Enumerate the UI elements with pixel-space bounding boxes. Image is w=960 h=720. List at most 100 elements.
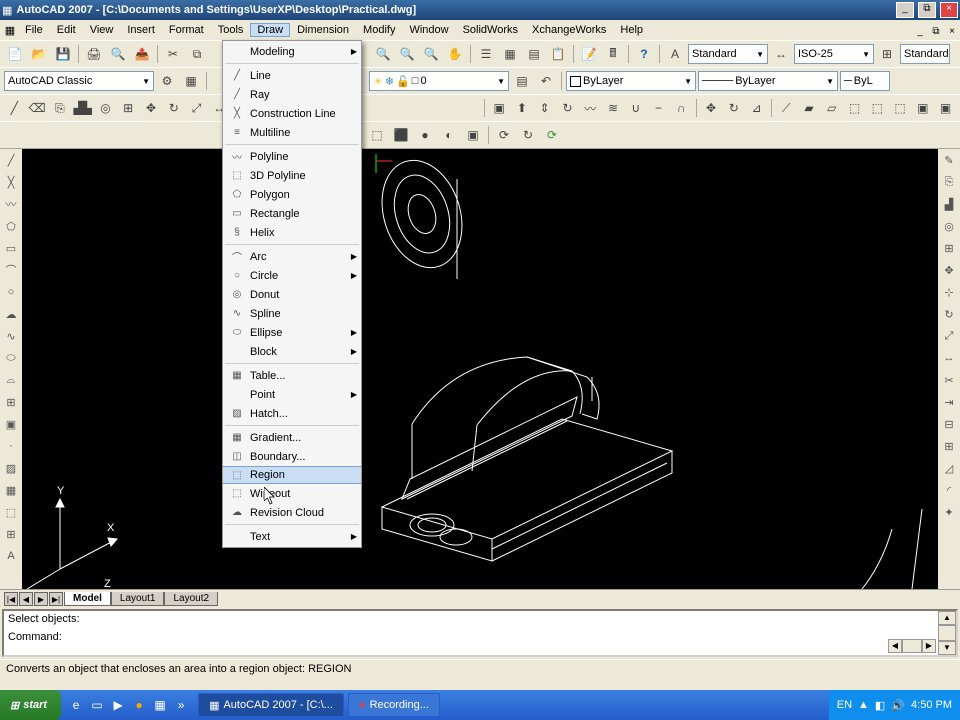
offset-icon[interactable]: ◎ [95, 97, 116, 119]
menu-help[interactable]: Help [613, 23, 650, 37]
zoom-previous-icon[interactable]: 🔍 [420, 43, 442, 65]
textstyle-icon[interactable]: A [664, 43, 686, 65]
layer-prev-icon[interactable]: ↶ [535, 70, 557, 92]
rt-join-icon[interactable]: ⊞ [940, 437, 958, 455]
rt-extend-icon[interactable]: ⇥ [940, 393, 958, 411]
vs-2dwire-icon[interactable]: ⬚ [366, 124, 388, 146]
scroll-left-icon[interactable]: ◀ [888, 639, 902, 653]
help-icon[interactable]: ? [633, 43, 655, 65]
ql-media-icon[interactable]: ▶ [109, 696, 127, 714]
intersect-icon[interactable]: ∩ [671, 97, 692, 119]
rt-stretch-icon[interactable]: ↔ [940, 349, 958, 367]
menu-insert[interactable]: Insert [120, 23, 162, 37]
tbtn3-icon[interactable]: ⬚ [890, 97, 911, 119]
tab-first-button[interactable]: |◀ [4, 592, 18, 606]
menu-dimension[interactable]: Dimension [290, 23, 356, 37]
flatten-icon[interactable]: ▱ [821, 97, 842, 119]
tab-layout2[interactable]: Layout2 [164, 592, 218, 606]
menu-item-helix[interactable]: §Helix [223, 223, 361, 242]
menu-item-gradient-[interactable]: ▦Gradient... [223, 428, 361, 447]
menu-solidworks[interactable]: SolidWorks [456, 23, 525, 37]
tray-clock[interactable]: 4:50 PM [911, 699, 952, 711]
lt-region-icon[interactable]: ⬚ [2, 503, 20, 521]
designcenter-icon[interactable]: ▦ [499, 43, 521, 65]
ql-chevron-icon[interactable]: » [172, 696, 190, 714]
menu-item-polyline[interactable]: 〰Polyline [223, 147, 361, 166]
menu-item-spline[interactable]: ∿Spline [223, 304, 361, 323]
lt-gradient-icon[interactable]: ▦ [2, 481, 20, 499]
free-orbit-icon[interactable]: ↻ [517, 124, 539, 146]
mdi-icon[interactable]: ▦ [2, 24, 18, 37]
rt-rotate-icon[interactable]: ↻ [940, 305, 958, 323]
menu-edit[interactable]: Edit [50, 23, 83, 37]
scale-icon[interactable]: ⤢ [186, 97, 207, 119]
rt-move-icon[interactable]: ✥ [940, 261, 958, 279]
color-combo[interactable]: ByLayer▼ [566, 71, 696, 91]
print-icon[interactable]: 🖨 [83, 43, 105, 65]
menu-item-ray[interactable]: ╱Ray [223, 85, 361, 104]
scroll-right-icon[interactable]: ▶ [922, 639, 936, 653]
lt-block-icon[interactable]: ▣ [2, 415, 20, 433]
tab-prev-button[interactable]: ◀ [19, 592, 33, 606]
menu-item-text[interactable]: Text▶ [223, 527, 361, 546]
menu-draw[interactable]: Draw [250, 23, 290, 37]
menu-format[interactable]: Format [162, 23, 211, 37]
zoom-realtime-icon[interactable]: 🔍 [372, 43, 394, 65]
3dmove-icon[interactable]: ✥ [701, 97, 722, 119]
rt-trim-icon[interactable]: ✂ [940, 371, 958, 389]
menu-item-circle[interactable]: ○Circle▶ [223, 266, 361, 285]
properties-icon[interactable]: ☰ [475, 43, 497, 65]
rt-erase-icon[interactable]: ✎ [940, 151, 958, 169]
menu-xchangeworks[interactable]: XchangeWorks [525, 23, 613, 37]
rt-fillet-icon[interactable]: ◜ [940, 481, 958, 499]
restore-button[interactable]: ⧉ [918, 2, 936, 18]
loft-icon[interactable]: ≋ [603, 97, 624, 119]
minimize-button[interactable]: _ [896, 2, 914, 18]
menu-item-block[interactable]: Block▶ [223, 342, 361, 361]
taskbar-recording[interactable]: ●Recording... [348, 693, 440, 717]
vs-realistic-icon[interactable]: ◐ [438, 124, 460, 146]
menu-item-polygon[interactable]: ⬠Polygon [223, 185, 361, 204]
menu-item-hatch-[interactable]: ▨Hatch... [223, 404, 361, 423]
copy-obj-icon[interactable]: ⎘ [50, 97, 71, 119]
plot-preview-icon[interactable]: 🔍 [107, 43, 129, 65]
cli-prompt[interactable]: Command: [8, 631, 952, 643]
presspull-icon[interactable]: ⇕ [534, 97, 555, 119]
scroll-up-icon[interactable]: ▲ [938, 611, 956, 625]
taskbar-autocad[interactable]: ▦AutoCAD 2007 - [C:\... [198, 693, 344, 717]
rt-chamfer-icon[interactable]: ◿ [940, 459, 958, 477]
zoom-window-icon[interactable]: 🔍 [396, 43, 418, 65]
tbtn1-icon[interactable]: ⬚ [844, 97, 865, 119]
mdi-minimize-button[interactable]: _ [912, 24, 928, 37]
3drotate-icon[interactable]: ↻ [723, 97, 744, 119]
tbtn5-icon[interactable]: ▣ [935, 97, 956, 119]
rotate-icon[interactable]: ↻ [163, 97, 184, 119]
start-button[interactable]: ⊞ start [0, 690, 61, 720]
section-icon[interactable]: ▰ [799, 97, 820, 119]
rt-explode-icon[interactable]: ✦ [940, 503, 958, 521]
menu-item-revision-cloud[interactable]: ☁Revision Cloud [223, 503, 361, 522]
rt-scale-icon[interactable]: ⤢ [940, 327, 958, 345]
tray-icon3[interactable]: 🔊 [891, 699, 905, 712]
tablestyle-icon[interactable]: ⊞ [876, 43, 898, 65]
lt-rect-icon[interactable]: ▭ [2, 239, 20, 257]
tab-next-button[interactable]: ▶ [34, 592, 48, 606]
lt-table-icon[interactable]: ⊞ [2, 525, 20, 543]
linetype-combo[interactable]: ────ByLayer▼ [698, 71, 838, 91]
constrained-orbit-icon[interactable]: ⟳ [493, 124, 515, 146]
menu-item-region[interactable]: ⬚Region [223, 466, 361, 484]
tray-icon2[interactable]: ◧ [875, 699, 885, 712]
tray-lang[interactable]: EN [837, 699, 852, 711]
system-tray[interactable]: EN ▲ ◧ 🔊 4:50 PM [829, 690, 960, 720]
lt-revcloud-icon[interactable]: ☁ [2, 305, 20, 323]
layer-combo[interactable]: ☀❄🔓□0▼ [369, 71, 509, 91]
menu-item-rectangle[interactable]: ▭Rectangle [223, 204, 361, 223]
toolpalette-icon[interactable]: ▤ [523, 43, 545, 65]
menu-modify[interactable]: Modify [356, 23, 402, 37]
lt-pline-icon[interactable]: 〰 [2, 195, 20, 213]
tablestyle-combo[interactable]: Standard [900, 44, 950, 64]
dimstyle-icon[interactable]: ↔ [770, 43, 792, 65]
menu-item-point[interactable]: Point▶ [223, 385, 361, 404]
cut-icon[interactable]: ✂ [162, 43, 184, 65]
scroll-down-icon[interactable]: ▼ [938, 641, 956, 655]
